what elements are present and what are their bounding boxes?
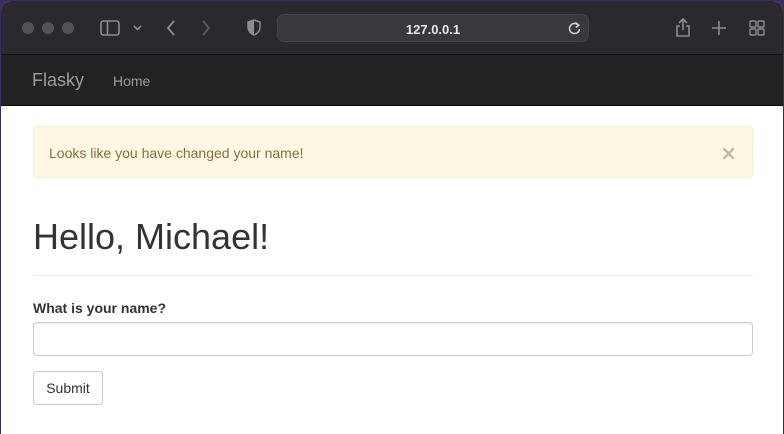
tab-overview-icon[interactable] (749, 20, 765, 36)
back-icon[interactable] (166, 20, 176, 36)
nav-link-home[interactable]: Home (113, 73, 150, 89)
share-icon[interactable] (675, 17, 691, 37)
page-title: Hello, Michael! (33, 216, 270, 257)
address-text: 127.0.0.1 (405, 22, 461, 37)
zoom-window-button[interactable] (62, 22, 74, 34)
minimize-window-button[interactable] (42, 22, 54, 34)
submit-button[interactable]: Submit (33, 371, 103, 405)
warning-alert: Looks like you have changed your name! × (33, 126, 753, 178)
close-icon[interactable]: × (720, 143, 737, 163)
privacy-shield-icon[interactable] (247, 19, 261, 36)
name-field-label: What is your name? (33, 300, 167, 316)
close-window-button[interactable] (22, 22, 34, 34)
sidebar-icon[interactable] (100, 20, 120, 36)
header-divider (33, 275, 753, 276)
alert-message: Looks like you have changed your name! (49, 145, 304, 161)
forward-icon[interactable] (201, 20, 211, 36)
navbar: Flasky Home (1, 55, 783, 106)
navbar-brand[interactable]: Flasky (32, 70, 84, 91)
browser-toolbar: 127.0.0.1 (1, 1, 783, 55)
reload-icon[interactable] (568, 21, 581, 35)
address-bar[interactable]: 127.0.0.1 (277, 14, 589, 42)
new-tab-icon[interactable] (711, 20, 727, 36)
chevron-down-icon[interactable] (133, 25, 142, 31)
name-input[interactable] (33, 322, 753, 356)
browser-window: 127.0.0.1 Flasky Home Looks like you hav… (1, 1, 783, 434)
